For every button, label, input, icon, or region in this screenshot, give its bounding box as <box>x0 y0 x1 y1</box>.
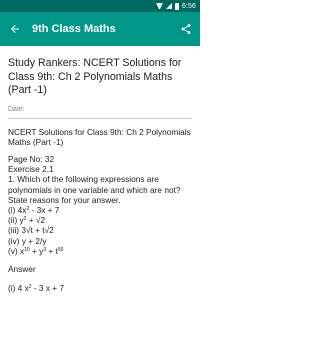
answer-item: (i) 4 x2 - 3 x + 7 <box>8 283 65 294</box>
status-bar: 6:56 <box>0 0 200 12</box>
date-label: Date: <box>8 105 25 113</box>
list-item: (iv) y + 2/y <box>8 235 47 246</box>
back-button[interactable] <box>0 12 30 46</box>
article-title: Study Rankers: NCERT Solutions for Class… <box>8 57 182 96</box>
list-item: (iii) 3√t + t√2 <box>8 225 54 236</box>
app-bar: 9th Class Maths <box>0 12 200 46</box>
list-item: (ii) y2 + √2 <box>8 215 46 226</box>
signal-icon <box>165 3 172 9</box>
list-item: (i) 4x2 - 3x + 7 <box>8 204 60 215</box>
share-icon <box>181 24 191 34</box>
answer-label: Answer <box>8 263 36 274</box>
article-content[interactable]: Study Rankers: NCERT Solutions for Class… <box>0 46 200 355</box>
arrow-back-icon <box>11 25 19 33</box>
exercise-heading: Exercise 2.1 <box>8 164 54 175</box>
status-time: 6:56 <box>181 2 196 10</box>
list-item: (v) x10 + y3 + t50 <box>8 245 64 256</box>
question-text: 1. Which of the following expressions ar… <box>8 174 181 205</box>
page-number: Page No: 32 <box>8 153 55 164</box>
page-title: 9th Class Maths <box>32 23 116 35</box>
battery-icon <box>174 2 179 10</box>
divider <box>8 117 192 119</box>
share-button[interactable] <box>172 12 200 46</box>
intro-text: NCERT Solutions for Class 9th: Ch 2 Poly… <box>8 126 191 147</box>
wifi-icon <box>155 3 163 9</box>
